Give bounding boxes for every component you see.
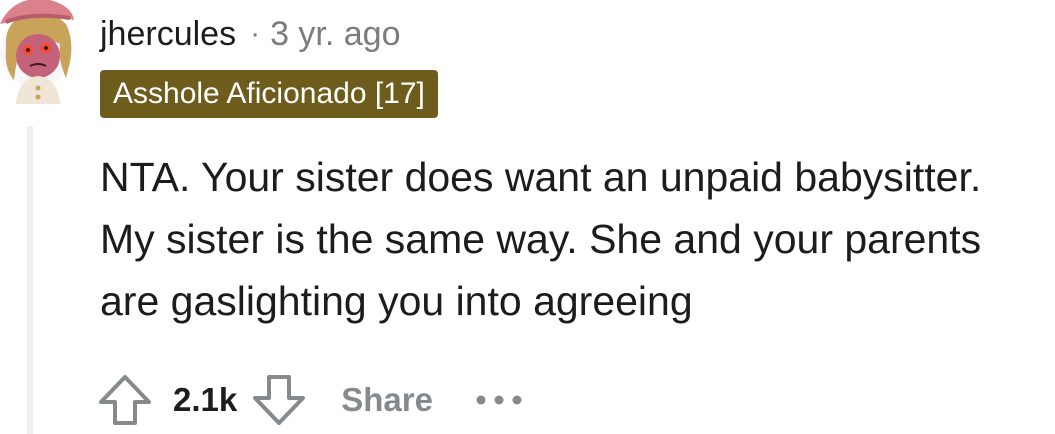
upvote-arrow-icon: [99, 375, 151, 425]
comment-body-line: NTA. Your sister does want an unpaid bab…: [100, 154, 982, 200]
comment-timestamp[interactable]: 3 yr. ago: [270, 15, 400, 54]
thread-collapse-line[interactable]: [27, 126, 33, 434]
comment-header: jhercules · 3 yr. ago: [100, 12, 401, 56]
share-button[interactable]: Share: [341, 381, 433, 419]
user-avatar[interactable]: [0, 0, 80, 104]
downvote-arrow-icon: [253, 375, 306, 425]
comment-action-bar: 2.1k Share: [95, 368, 523, 432]
vote-score: 2.1k: [173, 381, 238, 418]
comment-body: NTA. Your sister does want an unpaid bab…: [100, 146, 1055, 332]
username-link[interactable]: jhercules: [100, 15, 236, 54]
meta-separator: ·: [250, 17, 261, 50]
downvote-button[interactable]: [249, 370, 309, 430]
upvote-button[interactable]: [95, 370, 155, 430]
comment-body-line: My sister is the same way. She and your …: [100, 216, 982, 262]
avatar-image: [0, 0, 74, 104]
more-options-button[interactable]: [475, 380, 523, 420]
user-flair-badge: Asshole Aficionado [17]: [100, 70, 438, 118]
ellipsis-icon: [476, 395, 522, 405]
comment-body-line: are gaslighting you into agreeing: [100, 278, 693, 324]
